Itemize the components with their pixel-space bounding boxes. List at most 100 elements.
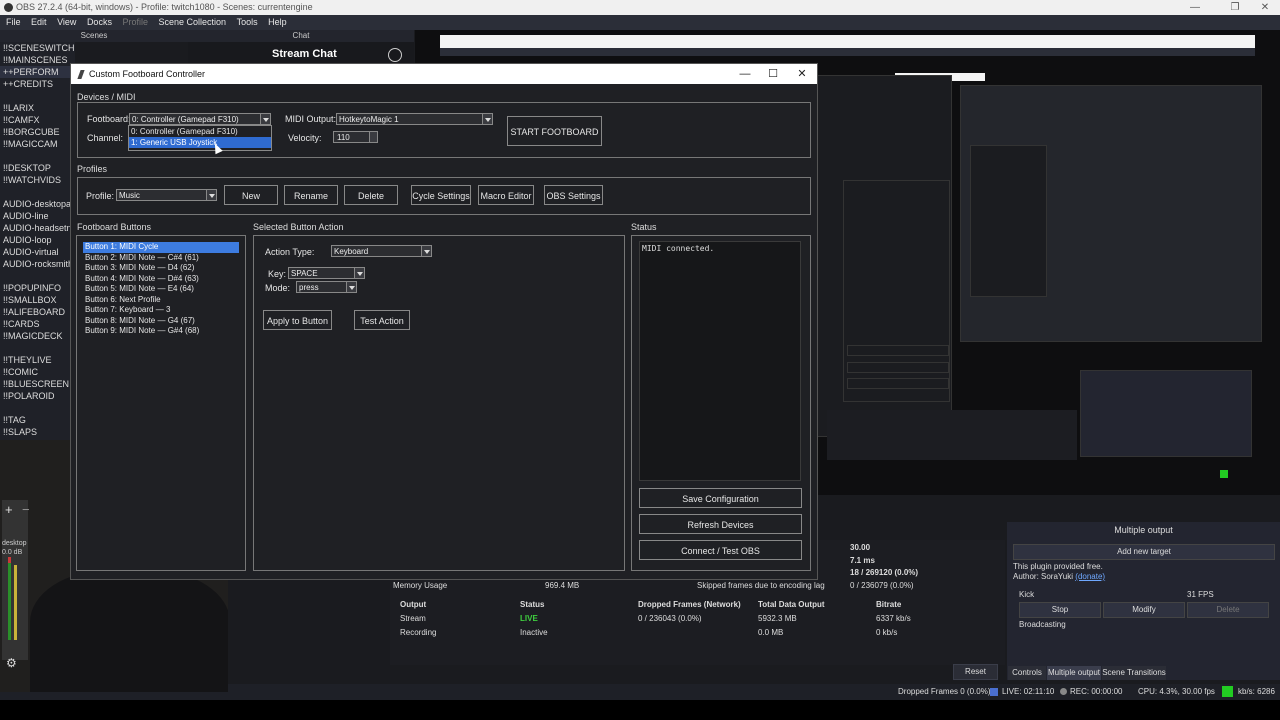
footboard-dropdown-list[interactable]: 0: Controller (Gamepad F310) 1: Generic …	[128, 125, 272, 151]
close-icon[interactable]: ✕	[1245, 0, 1280, 15]
scene-item[interactable]: !!MAINSCENES	[0, 54, 75, 66]
midi-output-select[interactable]: HotkeytoMagic 1	[336, 113, 493, 125]
scene-item[interactable]: ++CREDITS	[0, 78, 75, 90]
connect-test-obs-button[interactable]: Connect / Test OBS	[639, 540, 802, 560]
chat-users-icon[interactable]	[388, 48, 402, 62]
gear-icon[interactable]: ⚙	[6, 656, 17, 670]
broadcasting-status: Broadcasting	[1019, 620, 1066, 629]
tab-multiple-output[interactable]: Multiple output	[1047, 666, 1101, 680]
menu-profile[interactable]: Profile	[122, 15, 148, 30]
col-bitrate: Bitrate	[876, 600, 902, 609]
scene-item[interactable]: !!DESKTOP	[0, 162, 75, 174]
col-status: Status	[520, 600, 545, 609]
obs-menubar: File Edit View Docks Profile Scene Colle…	[0, 15, 1280, 30]
mixer-meter-bar	[8, 560, 11, 640]
scene-item[interactable]: AUDIO-rocksmith	[0, 258, 75, 270]
menu-view[interactable]: View	[57, 15, 76, 30]
scene-item[interactable]: !!CARDS	[0, 318, 75, 330]
obs-settings-button[interactable]: OBS Settings	[544, 185, 603, 205]
scene-item[interactable]: !!MAGICCAM	[0, 138, 75, 150]
save-configuration-button[interactable]: Save Configuration	[639, 488, 802, 508]
delete-target-button[interactable]: Delete	[1187, 602, 1269, 618]
tab-controls[interactable]: Controls	[1008, 666, 1046, 680]
scene-item[interactable]: !!SMALLBOX	[0, 294, 75, 306]
chevron-down-icon	[421, 246, 431, 256]
menu-tools[interactable]: Tools	[237, 15, 258, 30]
nested-connect	[847, 378, 949, 389]
list-item[interactable]: Button 8: MIDI Note — G4 (67)	[77, 316, 245, 327]
scene-item[interactable]: !!BORGCUBE	[0, 126, 75, 138]
channel-label: Channel:	[87, 133, 124, 143]
list-item[interactable]: Button 6: Next Profile	[77, 295, 245, 306]
cycle-settings-button[interactable]: Cycle Settings	[411, 185, 471, 205]
menu-help[interactable]: Help	[268, 15, 287, 30]
action-type-select[interactable]: Keyboard	[331, 245, 432, 257]
donate-link[interactable]: (donate)	[1075, 572, 1105, 581]
mode-select[interactable]: press	[296, 281, 357, 293]
apply-to-button[interactable]: Apply to Button	[263, 310, 332, 330]
new-profile-button[interactable]: New	[224, 185, 278, 205]
scene-item[interactable]: AUDIO-virtual	[0, 246, 75, 258]
footboard-select[interactable]: 0: Controller (Gamepad F310)	[129, 113, 271, 125]
key-select[interactable]: SPACE	[288, 267, 365, 279]
close-icon[interactable]: ✕	[790, 64, 814, 84]
scene-item[interactable]: !!MAGICDECK	[0, 330, 75, 342]
list-item[interactable]: Button 5: MIDI Note — E4 (64)	[77, 284, 245, 295]
scene-item[interactable]: AUDIO-loop	[0, 234, 75, 246]
footboard-buttons-list[interactable]: Button 1: MIDI Cycle Button 2: MIDI Note…	[76, 235, 246, 571]
start-footboard-button[interactable]: START FOOTBOARD	[507, 116, 602, 146]
list-item[interactable]: Button 1: MIDI Cycle	[83, 242, 239, 253]
scene-item[interactable]: !!CAMFX	[0, 114, 75, 126]
scene-item[interactable]: !!SCENESWITCH	[0, 42, 75, 54]
minimize-icon[interactable]: —	[733, 64, 757, 84]
list-item[interactable]: Button 3: MIDI Note — D4 (62)	[77, 263, 245, 274]
macro-editor-button[interactable]: Macro Editor	[478, 185, 534, 205]
scene-item[interactable]: !!BLUESCREEN	[0, 378, 75, 390]
scene-item[interactable]: !!POLAROID	[0, 390, 75, 402]
velocity-spinbox[interactable]: 110	[333, 131, 378, 143]
list-item[interactable]: Button 2: MIDI Note — C#4 (61)	[77, 253, 245, 264]
profile-select[interactable]: Music	[116, 189, 217, 201]
add-scene-icon[interactable]: +	[5, 502, 13, 517]
col-total-data: Total Data Output	[758, 600, 825, 609]
list-item[interactable]: Button 4: MIDI Note — D#4 (63)	[77, 274, 245, 285]
scene-item[interactable]: !!ALIFEBOARD	[0, 306, 75, 318]
reset-stats-button[interactable]: Reset	[953, 664, 998, 680]
scene-item[interactable]: !!COMIC	[0, 366, 75, 378]
menu-scene-collection[interactable]: Scene Collection	[159, 15, 227, 30]
maximize-icon[interactable]: ☐	[761, 64, 785, 84]
scene-item[interactable]: !!TAG	[0, 414, 75, 426]
list-item[interactable]: Button 7: Keyboard — 3	[77, 305, 245, 316]
remove-scene-icon[interactable]: −	[22, 502, 30, 517]
stat-skipped-render: 18 / 269120 (0.0%)	[850, 568, 919, 577]
scene-item	[0, 402, 75, 414]
col-output: Output	[400, 600, 427, 609]
menu-edit[interactable]: Edit	[31, 15, 47, 30]
delete-profile-button[interactable]: Delete	[344, 185, 398, 205]
dropdown-option[interactable]: 1: Generic USB Joystick	[129, 137, 271, 148]
stop-target-button[interactable]: Stop	[1019, 602, 1101, 618]
multiple-output-title: Multiple output	[1114, 525, 1173, 535]
minimize-icon[interactable]: —	[1175, 0, 1215, 15]
scene-item[interactable]: !!WATCHVIDS	[0, 174, 75, 186]
col-dropped: Dropped Frames (Network)	[638, 600, 741, 609]
spin-arrows-icon[interactable]	[369, 132, 377, 142]
list-item[interactable]: Button 9: MIDI Note — G#4 (68)	[77, 326, 245, 337]
rename-profile-button[interactable]: Rename	[284, 185, 338, 205]
tab-scene-transitions[interactable]: Scene Transitions	[1102, 666, 1166, 680]
refresh-devices-button[interactable]: Refresh Devices	[639, 514, 802, 534]
menu-file[interactable]: File	[6, 15, 21, 30]
dropdown-option[interactable]: 0: Controller (Gamepad F310)	[129, 126, 271, 137]
scene-item[interactable]: !!THEYLIVE	[0, 354, 75, 366]
scene-item[interactable]: !!POPUPINFO	[0, 282, 75, 294]
menu-docks[interactable]: Docks	[87, 15, 112, 30]
modify-target-button[interactable]: Modify	[1103, 602, 1185, 618]
scene-item[interactable]: AUDIO-desktopau	[0, 198, 75, 210]
scene-item[interactable]: !!SLAPS	[0, 426, 75, 438]
scene-item[interactable]: AUDIO-line	[0, 210, 75, 222]
scene-item[interactable]: ++PERFORM	[0, 66, 75, 78]
test-action-button[interactable]: Test Action	[354, 310, 410, 330]
scene-item[interactable]: !!LARIX	[0, 102, 75, 114]
scene-item[interactable]: AUDIO-headsetnc	[0, 222, 75, 234]
add-new-target-button[interactable]: Add new target	[1013, 544, 1275, 560]
